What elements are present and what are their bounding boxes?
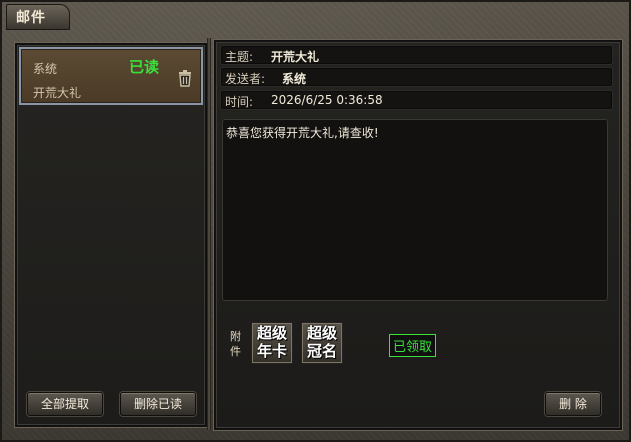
sender-label: 发送者: [225, 72, 266, 86]
trash-icon[interactable] [177, 69, 193, 87]
subject-value: 开荒大礼 [271, 50, 320, 64]
panel-divider [207, 38, 211, 430]
sender-value: 系统 [282, 72, 307, 86]
attachment-item-naming[interactable]: 超级 冠名 [301, 322, 343, 364]
time-row: 时间: 2026/6/25 0:36:58 [220, 90, 613, 110]
delete-button[interactable]: 删 除 [545, 392, 601, 416]
attachment-item-text: 超级 年卡 [256, 324, 287, 360]
subject-row: 主题: 开荒大礼 [220, 45, 613, 65]
mail-item-subject: 开荒大礼 [33, 86, 82, 100]
time-label: 时间: [225, 95, 254, 109]
attachment-item-annual-card[interactable]: 超级 年卡 [251, 322, 293, 364]
attachment-item-text: 超级 冠名 [306, 324, 337, 360]
extract-all-button[interactable]: 全部提取 [27, 392, 103, 416]
mail-body-text: 恭喜您获得开荒大礼,请查收! [226, 126, 379, 140]
sender-row: 发送者: 系统 [220, 67, 613, 87]
mail-list-item[interactable]: 系统 已读 开荒大礼 [19, 47, 203, 105]
mail-item-sender: 系统 [33, 62, 58, 76]
attachments-label: 附件 [230, 330, 241, 358]
window-title-text: 邮件 [16, 10, 46, 26]
subject-label: 主题: [225, 50, 254, 64]
mail-item-status: 已读 [129, 58, 160, 76]
delete-read-button[interactable]: 删除已读 [120, 392, 196, 416]
mail-window: 邮件 系统 已读 开荒大礼 主题: 开荒大礼 发送者: 系统 时间: 2026/… [0, 0, 631, 442]
time-value: 2026/6/25 0:36:58 [271, 93, 383, 107]
window-title: 邮件 [6, 4, 74, 30]
claimed-badge: 已领取 [389, 334, 437, 357]
mail-body: 恭喜您获得开荒大礼,请查收! [222, 119, 608, 301]
